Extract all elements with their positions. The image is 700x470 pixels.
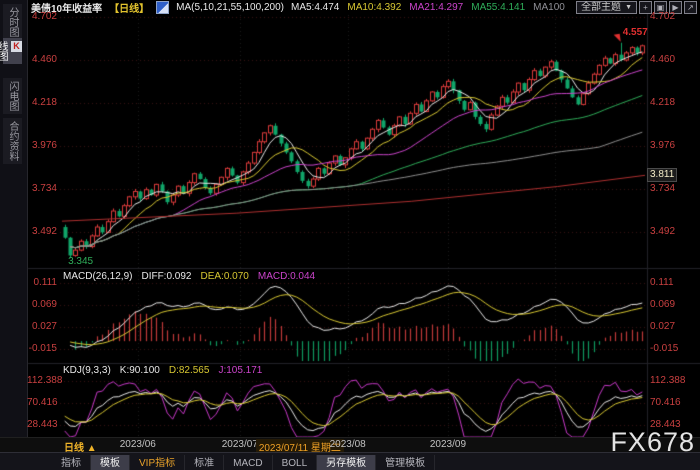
chart-icon bbox=[156, 1, 169, 14]
kdj-j-value: J:105.171 bbox=[218, 365, 262, 376]
fx678-watermark: FX678 bbox=[610, 427, 695, 458]
crosshair-icon: + bbox=[643, 3, 648, 12]
macd-axis-label: 0.111 bbox=[27, 277, 57, 289]
toolbar-item-4[interactable]: MACD bbox=[224, 455, 272, 470]
macd-axis-label: 0.027 bbox=[27, 321, 57, 333]
sidebar-item-0[interactable]: 分时图 bbox=[3, 4, 22, 40]
theme-dropdown-label: 全部主题 bbox=[581, 2, 621, 13]
ma-group-label: MA(5,10,21,55,100,200) bbox=[176, 2, 284, 13]
macd-axis-label: 0.069 bbox=[27, 299, 57, 311]
chart-header: 美债10年收益率 【日线】 MA(5,10,21,55,100,200) MA5… bbox=[31, 1, 573, 14]
high-annotation: 4.557 bbox=[623, 27, 648, 38]
ma-values: MA5:4.474 MA10:4.392 MA21:4.297 MA55:4.141 M… bbox=[291, 2, 573, 13]
price-axis-label: 4.218 bbox=[650, 97, 675, 109]
chart-app-window: 分时图 K 线图闪电图合约资料 美债10年收益率 【日线】 MA(5,10,21,5… bbox=[0, 0, 700, 470]
time-tick: 2023/06 bbox=[120, 439, 156, 450]
expand-icon-button[interactable]: ↗ bbox=[684, 1, 697, 14]
price-axis-label: 3.492 bbox=[650, 226, 675, 238]
macd-dea-value: DEA:0.070 bbox=[201, 271, 249, 282]
theme-dropdown[interactable]: 全部主题 ▼ bbox=[576, 1, 637, 14]
macd-value: MACD:0.044 bbox=[258, 271, 315, 282]
ma-value-1: MA10:4.392 bbox=[347, 2, 401, 13]
time-tick: 2023/09 bbox=[430, 439, 466, 450]
ma-value-3: MA55:4.141 bbox=[471, 2, 525, 13]
expand-icon: ↗ bbox=[687, 3, 694, 12]
toolbar-item-7[interactable]: 管理模板 bbox=[376, 455, 435, 470]
sidebar-item-label: 闪电图 bbox=[7, 81, 18, 111]
macd-axis-label: 0.069 bbox=[650, 299, 675, 311]
kdj-axis-label: 70.416 bbox=[650, 397, 681, 409]
ma200-value-tag: 3.811 bbox=[647, 168, 677, 182]
macd-diff-value: DIFF:0.092 bbox=[141, 271, 191, 282]
kdj-axis-label: 28.443 bbox=[27, 419, 57, 431]
price-axis-label: 3.734 bbox=[27, 183, 57, 195]
price-axis-label: 3.734 bbox=[650, 183, 675, 195]
time-axis-strip: 日线 ▲ 2023/062023/072023/07/11 星期二2023/08… bbox=[0, 437, 700, 453]
header-controls: 全部主题 ▼ +▣▶↗ bbox=[576, 1, 697, 14]
chart-type-sidebar: 分时图 K 线图闪电图合约资料 bbox=[0, 0, 28, 452]
kdj-axis-label: 70.416 bbox=[27, 397, 57, 409]
ma-value-4: MA100 bbox=[533, 2, 565, 13]
kdj-panel-header: KDJ(9,3,3) K:90.100 D:82.565 J:105.171 bbox=[63, 365, 262, 376]
time-tick: 2023/07 bbox=[222, 439, 258, 450]
kdj-title: KDJ(9,3,3) bbox=[63, 365, 111, 376]
macd-axis-label: 0.111 bbox=[650, 277, 674, 289]
sidebar-item-label: 合约资料 bbox=[7, 121, 18, 161]
macd-title: MACD(26,12,9) bbox=[63, 271, 132, 282]
toolbar-item-6[interactable]: 另存模板 bbox=[317, 455, 376, 470]
macd-axis-label: -0.015 bbox=[650, 343, 678, 355]
macd-axis-label: -0.015 bbox=[27, 343, 57, 355]
chart-canvas[interactable] bbox=[0, 0, 700, 470]
price-axis-label: 4.218 bbox=[27, 97, 57, 109]
sidebar-item-1[interactable]: K 线图 bbox=[3, 38, 22, 64]
price-axis-label: 3.976 bbox=[650, 140, 675, 152]
macd-axis-label: 0.027 bbox=[650, 321, 675, 333]
sidebar-item-2[interactable]: 闪电图 bbox=[3, 78, 22, 114]
sidebar-item-3[interactable]: 合约资料 bbox=[3, 118, 22, 164]
price-axis-label: 3.976 bbox=[27, 140, 57, 152]
kdj-k-value: K:90.100 bbox=[120, 365, 160, 376]
price-axis-label: 4.702 bbox=[650, 11, 675, 23]
kline-icon: K bbox=[11, 41, 22, 52]
toolbar-item-3[interactable]: 标准 bbox=[185, 455, 224, 470]
price-axis-label: 4.702 bbox=[27, 11, 57, 23]
price-axis-label: 4.460 bbox=[27, 54, 57, 66]
time-tick: 2023/08 bbox=[330, 439, 366, 450]
toolbar-item-5[interactable]: BOLL bbox=[273, 455, 318, 470]
period-tag: 【日线】 bbox=[109, 0, 149, 15]
sidebar-item-label: 分时图 bbox=[7, 7, 18, 37]
kdj-axis-label: 112.388 bbox=[27, 375, 57, 387]
bottom-toolbar: 指标模板VIP指标标准MACDBOLL另存模板管理模板 bbox=[0, 452, 700, 470]
ma-value-2: MA21:4.297 bbox=[409, 2, 463, 13]
price-axis-label: 3.492 bbox=[27, 226, 57, 238]
chevron-down-icon: ▼ bbox=[625, 2, 632, 13]
price-axis-label: 4.460 bbox=[650, 54, 675, 66]
ma-value-0: MA5:4.474 bbox=[291, 2, 339, 13]
toolbar-item-2[interactable]: VIP指标 bbox=[130, 455, 185, 470]
low-annotation: 3.345 bbox=[68, 256, 93, 267]
kdj-d-value: D:82.565 bbox=[169, 365, 210, 376]
toolbar-item-0[interactable]: 指标 bbox=[52, 455, 91, 470]
kdj-axis-label: 112.388 bbox=[650, 375, 685, 387]
macd-panel-header: MACD(26,12,9) DIFF:0.092 DEA:0.070 MACD:… bbox=[63, 271, 315, 282]
sidebar-item-label: 线图 bbox=[0, 41, 7, 61]
toolbar-item-1[interactable]: 模板 bbox=[91, 455, 130, 470]
